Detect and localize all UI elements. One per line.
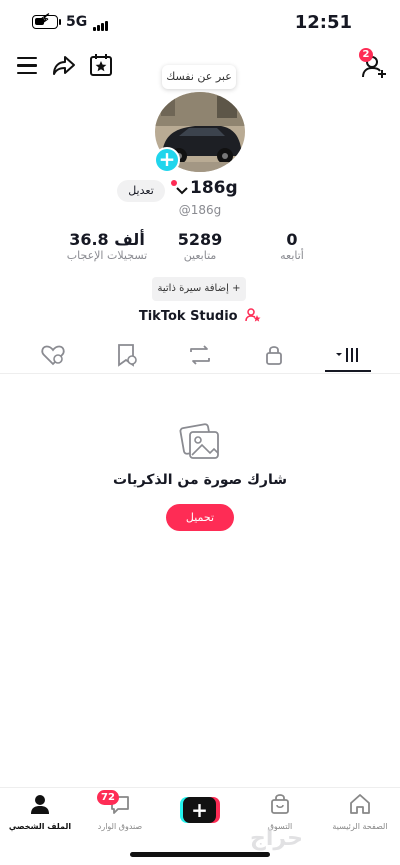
creator-icon bbox=[245, 308, 261, 322]
following-label: أتابعه bbox=[280, 249, 304, 262]
likes-count: 36.8 ألف bbox=[69, 230, 145, 249]
nav-inbox-label: صندوق الوارد bbox=[97, 822, 143, 831]
tab-private-icon[interactable] bbox=[259, 340, 289, 370]
plus-icon: + bbox=[183, 797, 216, 823]
menu-icon[interactable] bbox=[17, 57, 37, 79]
tiktok-studio-link[interactable]: TikTok Studio bbox=[0, 308, 400, 324]
stat-following[interactable]: 0 أتابعه bbox=[252, 230, 332, 262]
add-bio-label: إضافة سيرة ذاتية bbox=[157, 283, 229, 294]
nav-profile[interactable]: الملف الشخصي bbox=[0, 792, 80, 831]
username[interactable]: 186g bbox=[190, 178, 238, 198]
network-type: 5G bbox=[66, 14, 88, 30]
plus-icon: + bbox=[232, 283, 241, 294]
following-count: 0 bbox=[286, 230, 298, 249]
stat-followers[interactable]: 5289 متابعين bbox=[160, 230, 240, 262]
nav-home[interactable]: الصفحة الرئيسية bbox=[320, 792, 400, 831]
status-bar: ⚡ 5G 12:51 bbox=[0, 0, 400, 44]
inbox-badge: 72 bbox=[97, 790, 119, 805]
clock: 12:51 bbox=[294, 12, 352, 33]
nav-home-label: الصفحة الرئيسية bbox=[332, 822, 388, 831]
edit-profile-button[interactable]: تعديل bbox=[117, 180, 165, 202]
home-icon bbox=[350, 794, 370, 814]
create-button[interactable]: + bbox=[180, 797, 220, 823]
home-indicator[interactable] bbox=[130, 852, 270, 857]
signal-icon bbox=[93, 16, 109, 35]
upload-button[interactable]: تحميل bbox=[166, 504, 234, 531]
followers-label: متابعين bbox=[183, 249, 217, 262]
shopping-bag-icon bbox=[271, 794, 289, 814]
share-icon[interactable] bbox=[50, 51, 78, 79]
add-friend-badge: 2 bbox=[359, 48, 373, 62]
photo-memories-icon bbox=[179, 423, 219, 459]
followers-count: 5289 bbox=[177, 230, 223, 249]
favorites-calendar-icon[interactable] bbox=[87, 51, 115, 79]
watermark: حراج bbox=[250, 826, 303, 851]
charging-bolt-icon: ⚡ bbox=[40, 12, 51, 29]
status-bubble[interactable]: عبر عن نفسك bbox=[162, 65, 236, 89]
profile-icon bbox=[31, 795, 49, 814]
tab-reposts-icon[interactable] bbox=[185, 340, 215, 370]
active-tab-indicator bbox=[325, 370, 371, 372]
chevron-down-icon[interactable] bbox=[175, 186, 189, 196]
add-avatar-button[interactable]: + bbox=[154, 147, 180, 173]
empty-state-title: شارك صورة من الذكريات bbox=[112, 472, 287, 488]
nav-inbox[interactable]: صندوق الوارد bbox=[80, 792, 160, 831]
tab-liked-hidden-icon[interactable] bbox=[38, 340, 68, 370]
user-handle: @186g bbox=[178, 203, 222, 217]
content-tabs bbox=[0, 340, 400, 374]
stat-likes[interactable]: 36.8 ألف تسجيلات الإعجاب bbox=[52, 230, 162, 262]
tab-favorites-icon[interactable] bbox=[112, 340, 142, 370]
nav-profile-label: الملف الشخصي bbox=[8, 822, 72, 831]
likes-label: تسجيلات الإعجاب bbox=[66, 249, 148, 262]
studio-label: TikTok Studio bbox=[138, 309, 238, 324]
tab-videos-icon[interactable] bbox=[333, 340, 363, 370]
add-bio-button[interactable]: إضافة سيرة ذاتية + bbox=[152, 277, 246, 301]
